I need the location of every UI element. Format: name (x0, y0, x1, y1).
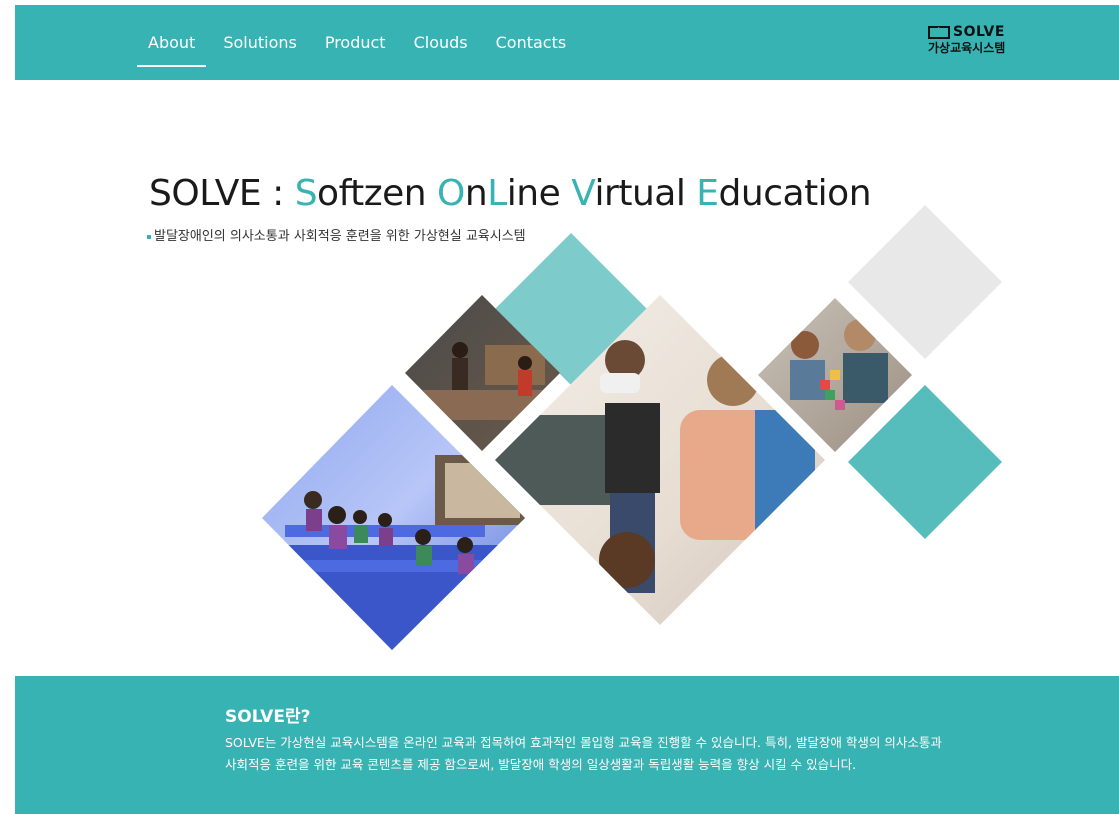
hero-title-part: E (696, 173, 719, 214)
hero-title-part: ducation (718, 173, 872, 214)
hero-title-part: ine (506, 173, 572, 214)
about-section: SOLVE란? SOLVE는 가상현실 교육시스템을 온라인 교육과 접목하여 … (15, 676, 1119, 814)
hero-title-part: oftzen (317, 173, 438, 214)
bullet-icon (147, 234, 151, 239)
page: About Solutions Product Clouds Contacts … (15, 5, 1119, 814)
hero-title: SOLVE : Softzen OnLine Virtual Education (149, 173, 872, 214)
hero-diamond-collage (262, 205, 1002, 650)
hero-title-part: SOLVE : (149, 173, 295, 214)
hero-title-part: V (571, 173, 595, 214)
about-section-body: SOLVE는 가상현실 교육시스템을 온라인 교육과 접목하여 효과적인 몰입형… (225, 735, 942, 772)
hero-title-part: n (464, 173, 488, 214)
about-section-title: SOLVE란? (225, 707, 311, 727)
hero-title-part: O (437, 173, 465, 214)
hero-subtitle: 발달장애인의 의사소통과 사회적응 훈련을 위한 가상현실 교육시스템 (147, 225, 526, 244)
hero-title-part: S (294, 173, 318, 214)
hero-title-part: L (487, 173, 507, 214)
hero-subtitle-text: 발달장애인의 의사소통과 사회적응 훈련을 위한 가상현실 교육시스템 (154, 229, 526, 244)
hero-title-part: irtual (594, 173, 697, 214)
